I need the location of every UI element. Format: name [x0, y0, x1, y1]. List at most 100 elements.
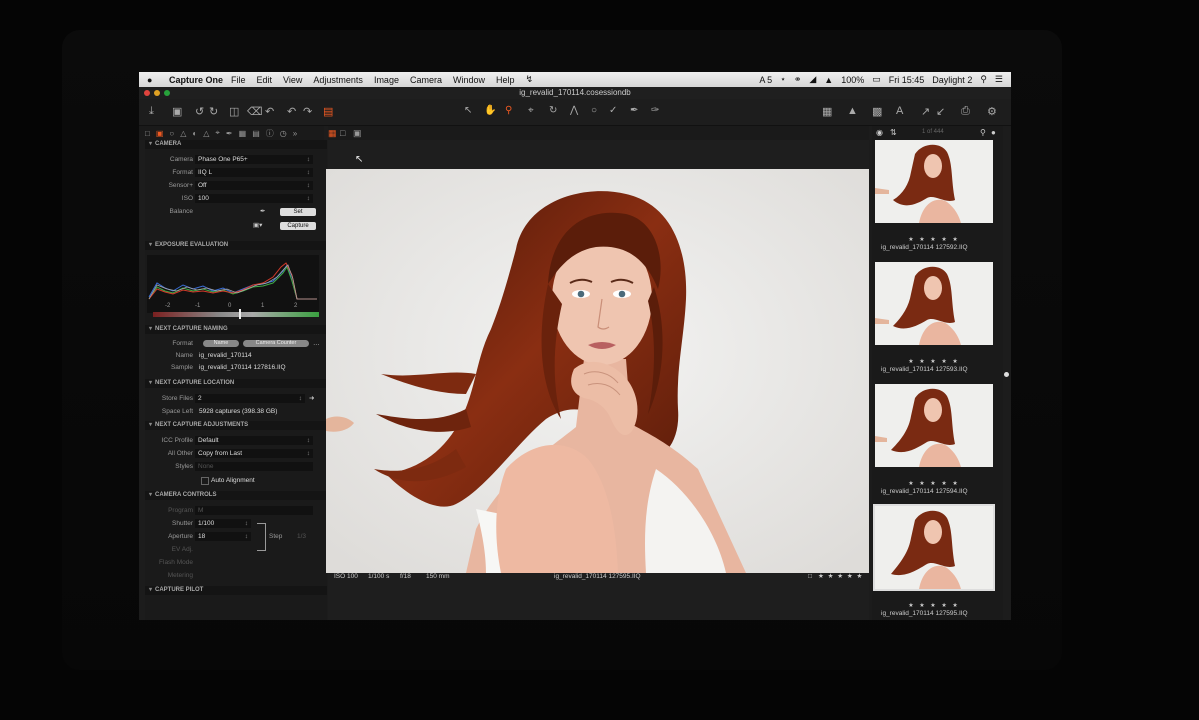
- pilot-section-header[interactable]: ▾ CAPTURE PILOT: [145, 586, 327, 595]
- menu-window[interactable]: Window: [453, 75, 485, 85]
- thumbnail-4-selected[interactable]: ★ ★ ★ ★ ★ ig_revalid_170114 127595.IIQ: [873, 504, 995, 620]
- batch-tab-icon[interactable]: ◷: [280, 129, 287, 138]
- apply-adjustments-icon[interactable]: ↙: [936, 105, 945, 118]
- set-button[interactable]: Set: [280, 208, 316, 216]
- rotate-tool-icon[interactable]: ↻: [549, 105, 557, 116]
- menu-camera[interactable]: Camera: [410, 75, 442, 85]
- close-window-icon[interactable]: [144, 90, 150, 96]
- adjustments-section-header[interactable]: ▾ NEXT CAPTURE ADJUSTMENTS: [145, 421, 327, 430]
- exposure-section-header[interactable]: ▾ EXPOSURE EVALUATION: [145, 241, 327, 250]
- grid-view-icon[interactable]: ▦: [822, 105, 832, 118]
- exposure-warning-icon[interactable]: ▲: [847, 105, 858, 117]
- thumbnail-3[interactable]: ★ ★ ★ ★ ★ ig_revalid_170114 127594.IIQ: [875, 384, 995, 502]
- all-other-select[interactable]: Copy from Last ↕: [195, 449, 313, 458]
- library-tab-icon[interactable]: □: [145, 129, 150, 138]
- redo-icon[interactable]: ↷: [303, 105, 312, 118]
- apple-icon[interactable]: ●: [147, 75, 159, 85]
- camera-section-header[interactable]: ▾ CAMERA: [145, 140, 327, 149]
- info-color-tag[interactable]: □: [808, 571, 812, 582]
- sort-icon[interactable]: ⇅: [890, 128, 897, 137]
- move-icon[interactable]: ◫: [229, 105, 239, 118]
- program-select[interactable]: M: [195, 506, 313, 515]
- menu-view[interactable]: View: [283, 75, 302, 85]
- single-view-icon[interactable]: □: [340, 128, 345, 138]
- user-menu[interactable]: Daylight 2: [932, 75, 972, 85]
- capture-button[interactable]: Capture: [280, 222, 316, 230]
- rotate-right-icon[interactable]: ↻: [209, 105, 218, 118]
- step-value[interactable]: 1/3: [297, 531, 306, 542]
- thumbnail-stars[interactable]: ★ ★ ★ ★ ★: [875, 358, 993, 365]
- styles-select[interactable]: None: [195, 462, 313, 471]
- menu-adjustments[interactable]: Adjustments: [313, 75, 363, 85]
- icc-select[interactable]: Default ↕: [195, 436, 313, 445]
- trash-icon[interactable]: ⌫: [247, 105, 263, 118]
- exposure-tab-icon[interactable]: ◐: [192, 129, 197, 138]
- menu-edit[interactable]: Edit: [257, 75, 273, 85]
- camera-select[interactable]: Phase One P65+ ↕: [195, 155, 313, 164]
- metadata-tab-icon[interactable]: ▤: [252, 129, 260, 138]
- keystone-tool-icon[interactable]: ⋀: [570, 105, 578, 116]
- volume-icon[interactable]: ◢: [809, 74, 816, 85]
- battery-icon[interactable]: ▭: [872, 74, 881, 85]
- variants-icon[interactable]: ▤: [323, 105, 333, 118]
- import-icon[interactable]: ⤓: [149, 105, 154, 118]
- shutter-release-icon[interactable]: ▣▾: [253, 220, 262, 231]
- print-icon[interactable]: ⎙: [961, 105, 970, 118]
- thumbnail-stars[interactable]: ★ ★ ★ ★ ★: [875, 602, 993, 609]
- browser-search-icon[interactable]: ⚲: [980, 128, 986, 137]
- pointer-tool-icon[interactable]: ↖: [464, 105, 472, 116]
- naming-section-header[interactable]: ▾ NEXT CAPTURE NAMING: [145, 325, 327, 334]
- app-menu[interactable]: Capture One: [169, 75, 223, 85]
- zoom-window-icon[interactable]: [164, 90, 170, 96]
- output-tab-icon[interactable]: ⓘ: [266, 128, 274, 139]
- sync-icon[interactable]: ⚭: [794, 74, 802, 85]
- controls-section-header[interactable]: ▾ CAMERA CONTROLS: [145, 491, 327, 500]
- focus-mask-icon[interactable]: ▩: [872, 105, 882, 118]
- annotate-tool-icon[interactable]: ✑: [651, 105, 659, 116]
- composition-tab-icon[interactable]: ⌖: [215, 128, 220, 138]
- lens-tab-icon[interactable]: ○: [169, 129, 174, 138]
- menu-image[interactable]: Image: [374, 75, 399, 85]
- color-tab-icon[interactable]: △: [180, 129, 186, 138]
- main-photo[interactable]: [326, 169, 869, 573]
- menu-help[interactable]: Help: [496, 75, 515, 85]
- clock[interactable]: Fri 15:45: [889, 75, 925, 85]
- sensor-select[interactable]: Off ↕: [195, 181, 313, 190]
- camera-counter-token[interactable]: Camera Counter: [243, 340, 309, 347]
- iso-select[interactable]: 100 ↕: [195, 194, 313, 203]
- eyedropper-icon[interactable]: ✒: [260, 206, 265, 217]
- bluetooth-icon[interactable]: ⋆: [780, 74, 786, 85]
- minimize-window-icon[interactable]: [154, 90, 160, 96]
- name-token[interactable]: Name: [203, 340, 239, 347]
- store-arrow-icon[interactable]: ➜: [309, 393, 314, 404]
- auto-align-checkbox[interactable]: [201, 477, 209, 485]
- crop-tool-icon[interactable]: ⌖: [528, 105, 534, 116]
- location-section-header[interactable]: ▾ NEXT CAPTURE LOCATION: [145, 379, 327, 388]
- more-tabs-icon[interactable]: »: [293, 129, 297, 138]
- thumbnail-stars[interactable]: ★ ★ ★ ★ ★: [875, 236, 993, 243]
- compare-view-icon[interactable]: ▣: [353, 128, 362, 139]
- details-tab-icon[interactable]: △: [203, 129, 209, 138]
- settings-gear-icon[interactable]: ⚙: [987, 105, 997, 118]
- info-rating[interactable]: ★ ★ ★ ★ ★: [818, 571, 863, 582]
- menu-file[interactable]: File: [231, 75, 246, 85]
- wifi-icon[interactable]: ▲: [824, 75, 833, 85]
- naming-more-button[interactable]: …: [313, 338, 320, 349]
- zoom-tool-icon[interactable]: ⚲: [505, 105, 512, 116]
- copy-adjustments-icon[interactable]: ↗: [921, 105, 930, 118]
- thumbnail-stars[interactable]: ★ ★ ★ ★ ★: [875, 480, 993, 487]
- spotlight-icon[interactable]: ⚲: [980, 74, 987, 85]
- store-files-select[interactable]: 2 ↕: [195, 394, 305, 403]
- undo-icon[interactable]: ↶: [287, 105, 296, 118]
- thumbnail-1[interactable]: ★ ★ ★ ★ ★ ig_revalid_170114 127592.IIQ: [875, 140, 995, 258]
- spot-tool-icon[interactable]: ○: [591, 105, 597, 116]
- adobe-indicator[interactable]: A 5: [759, 75, 772, 85]
- multi-view-icon[interactable]: ▦: [328, 128, 337, 139]
- eye-icon[interactable]: ◉: [876, 128, 883, 137]
- thumbnail-2[interactable]: ★ ★ ★ ★ ★ ig_revalid_170114 127593.IIQ: [875, 262, 995, 380]
- picker-tool-icon[interactable]: ✓: [609, 105, 617, 116]
- browser-scroll-handle[interactable]: [1004, 372, 1009, 377]
- name-value[interactable]: ig_revalid_170114: [199, 350, 252, 361]
- reset-icon[interactable]: ↶: [265, 105, 274, 118]
- script-icon[interactable]: ↯: [526, 74, 534, 85]
